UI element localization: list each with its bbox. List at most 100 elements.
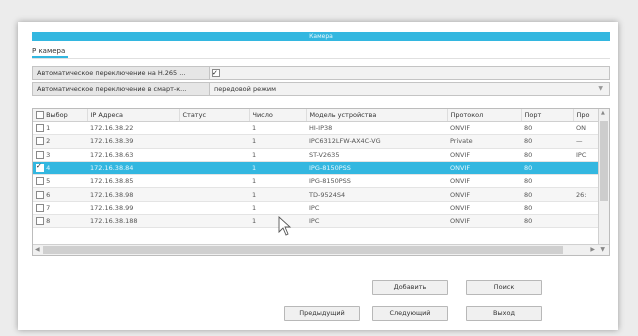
- column-header-port[interactable]: Порт: [521, 109, 574, 122]
- cell-extra: [573, 201, 599, 216]
- cell-protocol: ONVIF: [447, 174, 521, 189]
- column-header-count[interactable]: Число: [249, 109, 307, 122]
- cell-select: 1: [33, 121, 87, 136]
- h265-auto-switch-row: Автоматическое переключение на H.265 ...: [32, 66, 610, 80]
- column-header-extra[interactable]: Про: [573, 109, 600, 122]
- column-header-model[interactable]: Модель устройства: [306, 109, 448, 122]
- tab-underline-divider: [32, 58, 610, 59]
- add-button[interactable]: Добавить: [372, 280, 448, 295]
- row-checkbox[interactable]: [36, 137, 44, 146]
- search-button[interactable]: Поиск: [466, 280, 542, 295]
- scroll-down-icon[interactable]: ▼: [600, 246, 605, 253]
- cell-count: 1: [249, 174, 306, 189]
- row-checkbox[interactable]: [36, 124, 44, 133]
- cell-protocol: ONVIF: [447, 121, 521, 136]
- select-all-checkbox[interactable]: [36, 111, 44, 119]
- cell-port: 80: [521, 201, 573, 216]
- cell-protocol: ONVIF: [447, 187, 521, 202]
- tab-camera[interactable]: Р камера: [32, 46, 69, 58]
- cell-protocol: ONVIF: [447, 201, 521, 216]
- cell-count: 1: [249, 187, 306, 202]
- row-number: 7: [46, 203, 51, 212]
- h265-auto-switch-cell: [209, 67, 609, 79]
- next-button[interactable]: Следующий: [372, 306, 448, 321]
- scroll-right-icon[interactable]: ▶: [590, 246, 595, 253]
- cell-protocol: ONVIF: [447, 161, 521, 176]
- cell-model: TD-9524S4: [306, 187, 447, 202]
- smart-mode-select[interactable]: передовой режим ▼: [209, 83, 609, 95]
- cell-port: 80: [521, 174, 573, 189]
- row-number: 5: [46, 177, 51, 186]
- row-checkbox[interactable]: [36, 217, 44, 226]
- cell-extra: [573, 161, 599, 176]
- cell-count: 1: [249, 201, 306, 216]
- smart-mode-select-value: передовой режим: [214, 85, 277, 93]
- cell-model: HI-IP38: [306, 121, 447, 136]
- row-number: 2: [46, 137, 51, 146]
- row-number: 1: [46, 124, 51, 133]
- cell-port: 80: [521, 214, 573, 229]
- cell-status: [179, 148, 249, 162]
- dialog-title: Камера: [309, 33, 333, 40]
- cell-protocol: Private: [447, 134, 521, 149]
- mouse-cursor-icon: [278, 216, 292, 236]
- table-row[interactable]: 5 172.16.38.85 1 IPG-8150PSS ONVIF 80: [33, 174, 599, 189]
- table-header-row: Выбор IP Адреса Статус Число Модель устр…: [33, 109, 600, 122]
- row-checkbox[interactable]: [36, 190, 44, 199]
- scroll-left-icon[interactable]: ◀: [35, 246, 40, 253]
- table-row[interactable]: 6 172.16.38.98 1 TD-9524S4 ONVIF 80 26:: [33, 187, 599, 202]
- device-table: Выбор IP Адреса Статус Число Модель устр…: [32, 108, 610, 256]
- row-checkbox[interactable]: [36, 162, 44, 173]
- vertical-scroll-thumb[interactable]: [600, 121, 608, 201]
- cell-status: [179, 134, 249, 149]
- cell-ip: 172.16.38.84: [87, 161, 179, 176]
- vertical-scrollbar[interactable]: ▲: [598, 109, 609, 245]
- cell-model: IPC6312LFW-AX4C-VG: [306, 134, 447, 149]
- cell-ip: 172.16.38.99: [87, 201, 179, 216]
- row-number: 3: [46, 150, 51, 159]
- row-checkbox[interactable]: [36, 203, 44, 212]
- cell-ip: 172.16.38.98: [87, 187, 179, 202]
- table-row[interactable]: 7 172.16.38.99 1 IPC ONVIF 80: [33, 201, 599, 216]
- horizontal-scrollbar[interactable]: ◀ ▶ ▼: [33, 244, 609, 255]
- column-header-protocol[interactable]: Протокол: [447, 109, 522, 122]
- column-header-select[interactable]: Выбор: [33, 109, 88, 122]
- cell-extra: 26:: [573, 187, 599, 202]
- table-row[interactable]: 8 172.16.38.188 1 IPC ONVIF 80: [33, 214, 599, 229]
- horizontal-scroll-thumb[interactable]: [43, 246, 563, 254]
- row-number: 4: [46, 164, 51, 173]
- cell-status: [179, 187, 249, 202]
- cell-port: 80: [521, 121, 573, 136]
- cell-select: 7: [33, 201, 87, 216]
- cell-port: 80: [521, 187, 573, 202]
- cell-select: 4: [33, 161, 87, 176]
- table-row[interactable]: 3 172.16.38.63 1 ST-V2635 ONVIF 80 IPC: [33, 148, 599, 162]
- cell-extra: [573, 214, 599, 229]
- column-header-status[interactable]: Статус: [179, 109, 250, 122]
- cell-select: 5: [33, 174, 87, 189]
- cell-ip: 172.16.38.22: [87, 121, 179, 136]
- table-row[interactable]: 1 172.16.38.22 1 HI-IP38 ONVIF 80 ON: [33, 121, 599, 136]
- exit-button[interactable]: Выход: [466, 306, 542, 321]
- cell-status: [179, 174, 249, 189]
- row-checkbox[interactable]: [36, 177, 44, 186]
- row-checkbox[interactable]: [36, 150, 44, 159]
- cell-protocol: ONVIF: [447, 214, 521, 229]
- cell-model: IPG-8150PSS: [306, 174, 447, 189]
- cell-count: 1: [249, 161, 306, 176]
- cell-select: 6: [33, 187, 87, 202]
- cell-status: [179, 201, 249, 216]
- cell-ip: 172.16.38.188: [87, 214, 179, 229]
- table-row[interactable]: 4 172.16.38.84 1IPG-8150PSSONVIF80: [33, 161, 599, 176]
- table-row[interactable]: 2 172.16.38.39 1 IPC6312LFW-AX4C-VG Private 8…: [33, 134, 599, 149]
- cell-status: [179, 161, 249, 176]
- previous-button[interactable]: Предыдущий: [284, 306, 360, 321]
- column-header-ip[interactable]: IP Адреса: [87, 109, 180, 122]
- scroll-up-icon[interactable]: ▲: [601, 110, 605, 116]
- cell-count: 1: [249, 148, 306, 162]
- smart-mode-switch-label: Автоматическое переключение в смарт-к...: [37, 85, 187, 93]
- cell-ip: 172.16.38.85: [87, 174, 179, 189]
- h265-auto-switch-checkbox[interactable]: [212, 67, 220, 79]
- row-number: 6: [46, 190, 51, 199]
- cell-select: 2: [33, 134, 87, 149]
